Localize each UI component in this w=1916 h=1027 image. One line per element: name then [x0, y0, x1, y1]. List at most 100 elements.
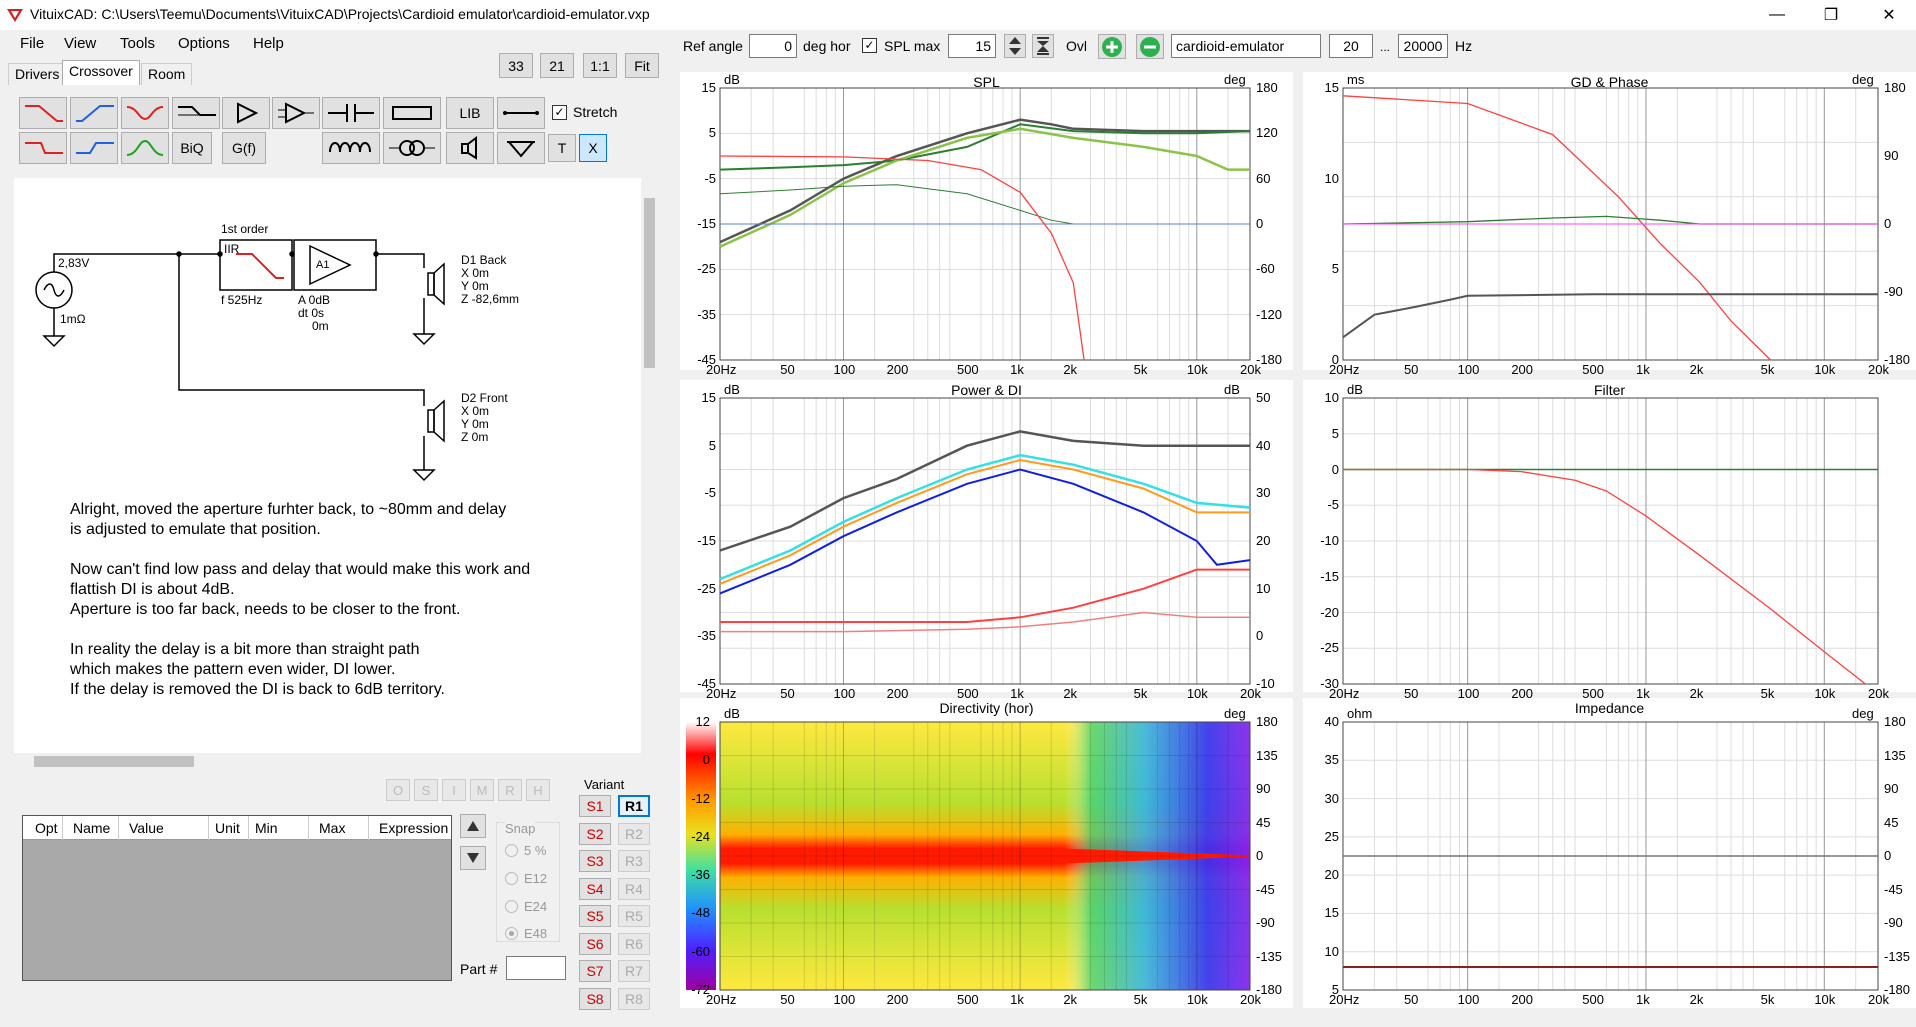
menu-help[interactable]: Help	[253, 35, 284, 52]
spl-max-checkbox[interactable]: ✓	[862, 38, 877, 53]
menu-tools[interactable]: Tools	[120, 35, 155, 52]
col-unit[interactable]: Unit	[209, 816, 249, 840]
vscroll-thumb[interactable]	[644, 198, 655, 368]
variant-r2-button[interactable]: R2	[618, 822, 650, 845]
overlay-name-input[interactable]: cardioid-emulator	[1171, 34, 1321, 58]
freq-high-input[interactable]: 20000	[1398, 34, 1448, 58]
variant-s5-button[interactable]: S5	[579, 905, 611, 927]
bandstop-red-button[interactable]	[121, 97, 169, 129]
pdi-graph-panel[interactable]: Power & DI dB dB 20Hz 50 100 200 500 1k 2k 5k 10k 20…	[680, 380, 1293, 701]
buffer-button[interactable]	[222, 97, 270, 129]
variant-r8-button[interactable]: R8	[618, 987, 650, 1010]
y-tick-label: 0	[702, 752, 710, 768]
opt-r-button[interactable]: R	[498, 779, 522, 801]
variant-r4-button[interactable]: R4	[618, 877, 650, 900]
ref-angle-input[interactable]: 0	[749, 34, 797, 58]
overlay-add-button[interactable]	[1098, 34, 1126, 59]
variant-s1-button[interactable]: S1	[579, 795, 611, 817]
opamp-button[interactable]	[272, 97, 320, 129]
part-number-input[interactable]	[506, 956, 566, 980]
snap-e48-radio[interactable]: E48	[505, 926, 547, 941]
spl-graph-panel[interactable]: SPL dB deg 20Hz 50 100 200 500 1k 2k 5k 10k 20k 15 5 -5…	[680, 72, 1293, 377]
variant-r5-button[interactable]: R5	[618, 905, 650, 927]
variant-s4-button[interactable]: S4	[579, 877, 611, 900]
inductor-button[interactable]	[322, 132, 380, 164]
zoom-21-button[interactable]: 21	[540, 53, 574, 78]
lowpass-red-button[interactable]	[19, 97, 67, 129]
variant-r1-button[interactable]: R1	[618, 795, 650, 817]
parameter-table[interactable]: Opt Name Value Unit Min Max Expression	[22, 815, 452, 981]
spl-spin-button[interactable]	[1004, 34, 1026, 58]
dir-graph-panel[interactable]: Directivity (hor) dB deg 20Hz 50 100 200 500 1k 2…	[680, 698, 1293, 1008]
menu-view[interactable]: View	[64, 35, 96, 52]
col-expression[interactable]: Expression	[369, 816, 451, 840]
wire-button[interactable]	[497, 97, 545, 129]
zoom-1to1-button[interactable]: 1:1	[583, 53, 617, 78]
imp-graph-panel[interactable]: Impedance ohm deg 20Hz 50 100 200 500 1k 2k 5k 10k 2…	[1303, 698, 1916, 1008]
gf-button[interactable]: G(f)	[222, 132, 266, 164]
gd-graph-panel[interactable]: GD & Phase ms deg 20Hz 50 100 200 500 1k 2k 5k 10k 2…	[1303, 72, 1916, 377]
tab-room[interactable]: Room	[141, 63, 193, 85]
hscroll-thumb[interactable]	[34, 756, 194, 767]
snap-e24-radio[interactable]: E24	[505, 899, 547, 914]
opt-m-button[interactable]: M	[470, 779, 494, 801]
opt-i-button[interactable]: I	[442, 779, 466, 801]
radio-icon	[505, 844, 518, 857]
menu-file[interactable]: File	[20, 35, 44, 52]
opt-h-button[interactable]: H	[526, 779, 550, 801]
close-button[interactable]: ✕	[1866, 0, 1912, 30]
gd-plot	[1342, 87, 1879, 361]
variant-s8-button[interactable]: S8	[579, 987, 611, 1010]
variant-s3-button[interactable]: S3	[579, 850, 611, 872]
overlay-remove-button[interactable]	[1136, 34, 1164, 59]
schematic-hscroll[interactable]	[14, 753, 641, 770]
variant-s6-button[interactable]: S6	[579, 932, 611, 955]
transformer-button[interactable]	[383, 132, 441, 164]
resistor-button[interactable]	[383, 97, 441, 129]
schematic-vscroll[interactable]	[641, 178, 658, 753]
freq-tick-label: 5k	[1760, 362, 1775, 377]
snap-5pct-radio[interactable]: 5 %	[505, 843, 546, 858]
capacitor-button[interactable]	[322, 97, 380, 129]
biquad-button[interactable]: BiQ	[172, 132, 212, 164]
move-down-button[interactable]	[460, 846, 486, 870]
schematic-canvas[interactable]: 2,83V 1mΩ 1st order IIR f 525Hz A1 A 0dB…	[14, 178, 641, 753]
variant-s2-button[interactable]: S2	[579, 822, 611, 845]
text-tool-button[interactable]: T	[548, 134, 576, 162]
filter-graph-panel[interactable]: Filter dB 20Hz 50 100 200 500 1k 2k 5k 10k 20k 10 5 0-…	[1303, 380, 1916, 701]
shelf-button[interactable]	[172, 97, 220, 129]
driver-button[interactable]	[446, 132, 494, 164]
highpass-blue-button[interactable]	[70, 97, 118, 129]
col-opt[interactable]: Opt	[23, 816, 63, 840]
variant-s7-button[interactable]: S7	[579, 960, 611, 982]
col-value[interactable]: Value	[119, 816, 209, 840]
variant-r7-button[interactable]: R7	[618, 960, 650, 982]
lowpass2-red-button[interactable]	[19, 132, 67, 164]
tab-crossover[interactable]: Crossover	[62, 60, 140, 85]
highpass2-blue-button[interactable]	[70, 132, 118, 164]
snap-e12-radio[interactable]: E12	[505, 871, 547, 886]
maximize-button[interactable]: ❐	[1808, 0, 1854, 30]
spl-auto-button[interactable]	[1032, 34, 1054, 58]
spl-max-input[interactable]: 15	[948, 34, 996, 58]
x-tool-button[interactable]: X	[579, 134, 607, 162]
freq-low-input[interactable]: 20	[1329, 34, 1373, 58]
variant-r3-button[interactable]: R3	[618, 850, 650, 872]
opt-o-button[interactable]: O	[386, 779, 410, 801]
fit-button[interactable]: Fit	[625, 53, 659, 78]
variant-r6-button[interactable]: R6	[618, 932, 650, 955]
bandpass-green-button[interactable]	[121, 132, 169, 164]
opt-s-button[interactable]: S	[414, 779, 438, 801]
library-button[interactable]: LIB	[446, 97, 494, 129]
col-min[interactable]: Min	[249, 816, 309, 840]
tab-drivers[interactable]: Drivers	[8, 63, 67, 85]
zoom-33-button[interactable]: 33	[499, 53, 533, 78]
minimize-button[interactable]: —	[1754, 0, 1800, 30]
col-max[interactable]: Max	[309, 816, 369, 840]
stretch-checkbox[interactable]: ✓	[552, 105, 567, 120]
ground-button[interactable]	[497, 132, 545, 164]
menu-options[interactable]: Options	[178, 35, 230, 52]
col-name[interactable]: Name	[63, 816, 119, 840]
move-up-button[interactable]	[460, 814, 486, 838]
freq-tick-label: 10k	[1186, 362, 1208, 377]
